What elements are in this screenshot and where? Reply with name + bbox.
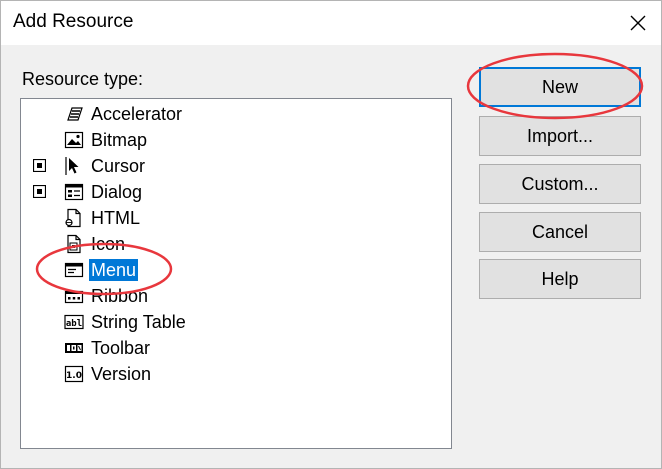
cancel-button[interactable]: Cancel [479,212,641,252]
ribbon-icon [64,290,84,304]
string-table-icon: abl [64,314,84,330]
tree-item-label: Version [91,364,152,384]
add-resource-dialog: Add Resource Resource type: Accelerator … [0,0,662,469]
cursor-icon [65,157,79,175]
tree-item-label: Icon [91,234,126,254]
string-table-icon-text: abl [66,319,82,329]
tree-item-string-table[interactable]: abl String Table [21,309,441,335]
expand-icon[interactable] [33,185,46,198]
tree-item-label: HTML [91,208,140,228]
menu-icon [64,262,84,278]
tree-item-toolbar[interactable]: Toolbar [21,335,441,361]
close-button[interactable] [615,1,661,45]
tree-item-icon[interactable]: Icon [21,231,441,257]
tree-item-label: Accelerator [91,104,183,124]
html-icon [65,208,81,228]
tree-item-ribbon[interactable]: Ribbon [21,283,441,309]
icon-resource-icon [67,234,81,254]
new-button[interactable]: New [479,67,641,107]
tree-item-label: Ribbon [91,286,149,306]
help-button[interactable]: Help [479,259,641,299]
resource-type-label: Resource type: [22,69,144,89]
bitmap-icon [64,131,84,149]
tree-item-label: String Table [91,312,186,332]
tree-item-accelerator[interactable]: Accelerator [21,101,441,127]
tree-item-label: Dialog [91,182,143,202]
tree-item-label: Cursor [91,156,146,176]
version-icon-text: 1.0 [66,371,82,381]
window-title: Add Resource [13,11,134,32]
tree-item-html[interactable]: HTML [21,205,441,231]
resource-type-tree[interactable]: Accelerator Bitmap Cursor Dialog HTML Ic… [20,98,452,449]
tree-item-version[interactable]: 1.0 Version [21,361,441,387]
custom-button[interactable]: Custom... [479,164,641,204]
tree-item-bitmap[interactable]: Bitmap [21,127,441,153]
close-icon [630,15,646,31]
dialog-icon [64,183,84,201]
tree-item-label: Menu [89,259,139,281]
tree-item-dialog[interactable]: Dialog [21,179,441,205]
tree-item-label: Bitmap [91,130,148,150]
import-button[interactable]: Import... [479,116,641,156]
tree-item-label: Toolbar [91,338,151,358]
expand-icon[interactable] [33,159,46,172]
tree-item-cursor[interactable]: Cursor [21,153,441,179]
toolbar-icon [65,343,83,353]
title-bar: Add Resource [1,1,661,45]
accelerator-icon [67,107,83,121]
version-icon: 1.0 [64,365,84,383]
tree-item-menu[interactable]: Menu [21,257,441,283]
